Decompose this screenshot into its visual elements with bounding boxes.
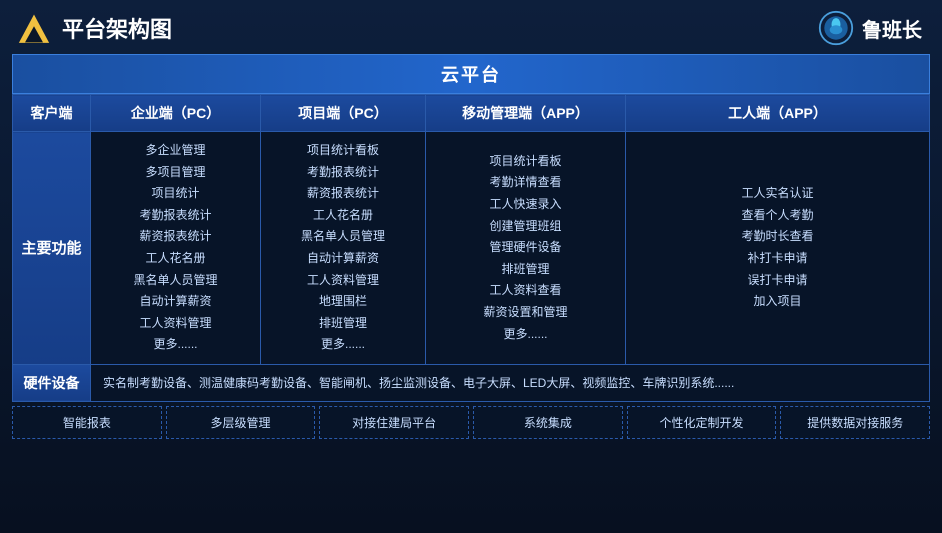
hardware-content: 实名制考勤设备、测温健康码考勤设备、智能闸机、扬尘监测设备、电子大屏、LED大屏…	[91, 364, 930, 401]
features-row: 智能报表多层级管理对接住建局平台系统集成个性化定制开发提供数据对接服务	[12, 406, 930, 439]
list-item: 项目统计看板	[265, 140, 421, 162]
project-features: 项目统计看板考勤报表统计薪资报表统计工人花名册黑名单人员管理自动计算薪资工人资料…	[261, 132, 426, 365]
col-mobile: 移动管理端（APP）	[426, 95, 626, 132]
list-item: 工人实名认证	[630, 183, 925, 205]
list-item: 查看个人考勤	[630, 205, 925, 227]
list-item: 多企业管理	[95, 140, 256, 162]
list-item: 考勤报表统计	[95, 205, 256, 227]
hardware-label: 硬件设备	[13, 364, 91, 401]
list-item: 工人资料管理	[95, 313, 256, 335]
hardware-row: 硬件设备 实名制考勤设备、测温健康码考勤设备、智能闸机、扬尘监测设备、电子大屏、…	[13, 364, 930, 401]
list-item: 补打卡申请	[630, 248, 925, 270]
list-item: 薪资报表统计	[95, 226, 256, 248]
main-function-label: 主要功能	[13, 132, 91, 365]
list-item: 项目统计	[95, 183, 256, 205]
brand-name: 鲁班长	[862, 14, 922, 43]
list-item: 考勤详情查看	[430, 172, 621, 194]
list-item: 排班管理	[265, 313, 421, 335]
list-item: 自动计算薪资	[265, 248, 421, 270]
list-item: 更多......	[265, 334, 421, 356]
feature-box: 个性化定制开发	[627, 406, 777, 439]
list-item: 考勤报表统计	[265, 162, 421, 184]
list-item: 误打卡申请	[630, 270, 925, 292]
cloud-banner: 云平台	[12, 54, 930, 94]
main-functions-row: 主要功能 多企业管理多项目管理项目统计考勤报表统计薪资报表统计工人花名册黑名单人…	[13, 132, 930, 365]
column-headers-row: 客户端 企业端（PC） 项目端（PC） 移动管理端（APP） 工人端（APP）	[13, 95, 930, 132]
page: 平台架构图 鲁班长 云平台 客户端 企业端（PC）	[0, 0, 942, 533]
col-enterprise: 企业端（PC）	[91, 95, 261, 132]
list-item: 工人快速录入	[430, 194, 621, 216]
list-item: 黑名单人员管理	[265, 226, 421, 248]
logo-icon	[16, 10, 52, 46]
list-item: 自动计算薪资	[95, 291, 256, 313]
list-item: 管理硬件设备	[430, 237, 621, 259]
list-item: 多项目管理	[95, 162, 256, 184]
feature-box: 对接住建局平台	[319, 406, 469, 439]
list-item: 薪资报表统计	[265, 183, 421, 205]
brand-logo: 鲁班长	[818, 10, 922, 46]
list-item: 创建管理班组	[430, 216, 621, 238]
list-item: 考勤时长查看	[630, 226, 925, 248]
list-item: 更多......	[95, 334, 256, 356]
feature-box: 智能报表	[12, 406, 162, 439]
worker-features: 工人实名认证查看个人考勤考勤时长查看补打卡申请误打卡申请加入项目	[626, 132, 930, 365]
col-worker: 工人端（APP）	[626, 95, 930, 132]
list-item: 加入项目	[630, 291, 925, 313]
enterprise-features: 多企业管理多项目管理项目统计考勤报表统计薪资报表统计工人花名册黑名单人员管理自动…	[91, 132, 261, 365]
cloud-label: 云平台	[441, 65, 501, 85]
list-item: 工人资料查看	[430, 280, 621, 302]
list-item: 工人花名册	[95, 248, 256, 270]
col-client: 客户端	[13, 95, 91, 132]
header-left: 平台架构图	[16, 10, 172, 46]
list-item: 薪资设置和管理	[430, 302, 621, 324]
main-content: 云平台 客户端 企业端（PC） 项目端（PC） 移动管理端（APP） 工人端（A…	[0, 54, 942, 447]
page-title: 平台架构图	[62, 12, 172, 44]
feature-box: 提供数据对接服务	[780, 406, 930, 439]
mobile-features: 项目统计看板考勤详情查看工人快速录入创建管理班组管理硬件设备排班管理工人资料查看…	[426, 132, 626, 365]
feature-box: 系统集成	[473, 406, 623, 439]
list-item: 排班管理	[430, 259, 621, 281]
list-item: 项目统计看板	[430, 151, 621, 173]
header: 平台架构图 鲁班长	[0, 0, 942, 54]
list-item: 更多......	[430, 324, 621, 346]
list-item: 地理围栏	[265, 291, 421, 313]
list-item: 黑名单人员管理	[95, 270, 256, 292]
feature-box: 多层级管理	[166, 406, 316, 439]
list-item: 工人资料管理	[265, 270, 421, 292]
list-item: 工人花名册	[265, 205, 421, 227]
col-project: 项目端（PC）	[261, 95, 426, 132]
main-grid: 客户端 企业端（PC） 项目端（PC） 移动管理端（APP） 工人端（APP） …	[12, 94, 930, 402]
brand-icon	[818, 10, 854, 46]
